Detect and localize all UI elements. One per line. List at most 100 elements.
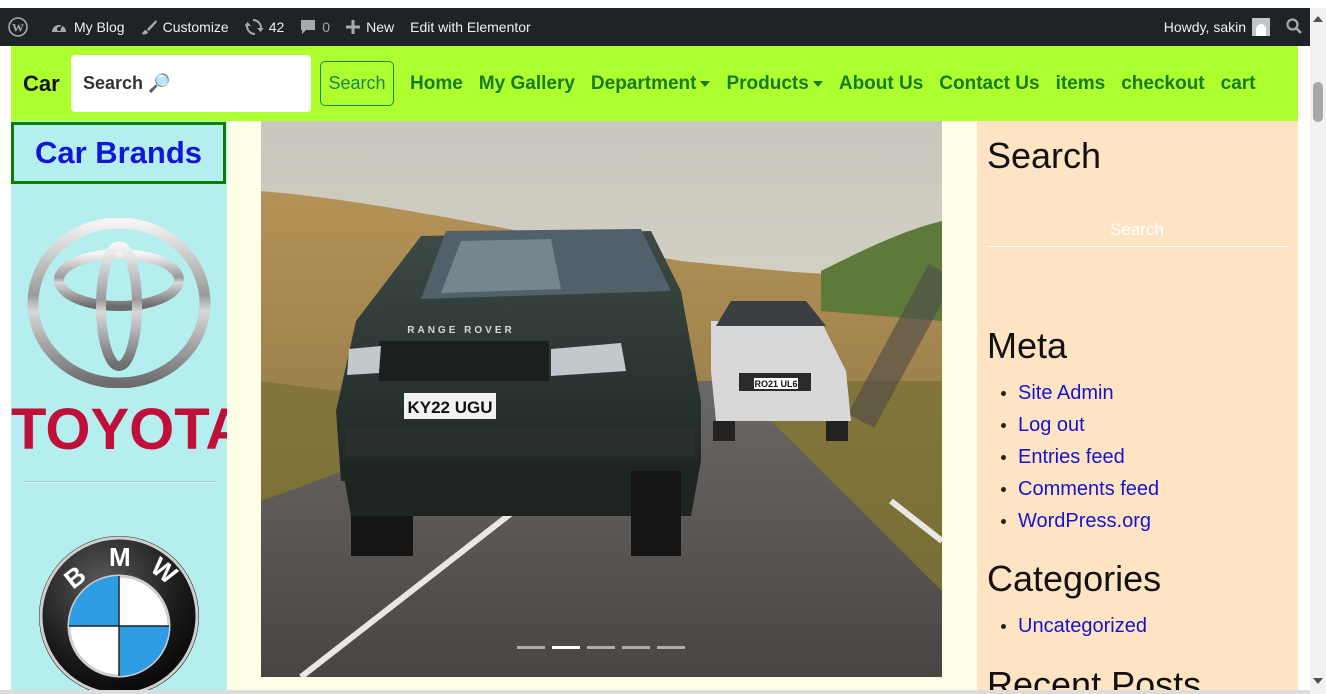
dashboard-gauge-icon xyxy=(50,19,68,35)
navbar-search-button[interactable]: Search xyxy=(320,61,394,106)
search-widget-heading: Search xyxy=(987,135,1102,176)
meta-links-list: Site Admin Log out Entries feed Comments… xyxy=(999,377,1159,537)
site-name-link[interactable]: My Blog xyxy=(42,8,133,46)
brand-divider xyxy=(23,481,215,483)
nav-link-about-us[interactable]: About Us xyxy=(831,73,931,95)
nav-link-label: My Gallery xyxy=(478,72,575,94)
nav-link-items[interactable]: items xyxy=(1048,73,1114,95)
carousel-indicator-2[interactable] xyxy=(552,646,580,649)
nav-link-label: checkout xyxy=(1121,72,1205,94)
front-car-plate: KY22 UGU xyxy=(407,398,492,417)
meta-link-comments-feed[interactable]: Comments feed xyxy=(999,473,1159,505)
caret-down-icon xyxy=(700,80,711,87)
edit-with-elementor-link[interactable]: Edit with Elementor xyxy=(402,8,539,46)
bmw-letter-m: M xyxy=(109,542,131,572)
svg-text:W: W xyxy=(12,21,24,35)
link-label: Entries feed xyxy=(1018,446,1125,468)
scrollbar-thumb[interactable] xyxy=(1313,82,1323,122)
scroll-down-arrow-icon[interactable] xyxy=(1313,678,1323,684)
nav-link-label: items xyxy=(1055,72,1106,94)
wordpress-logo-icon: W xyxy=(8,17,28,37)
toyota-logo-icon[interactable] xyxy=(27,218,211,388)
plus-icon xyxy=(346,20,361,34)
link-label: Uncategorized xyxy=(1018,615,1147,637)
nav-link-checkout[interactable]: checkout xyxy=(1113,73,1212,95)
customize-label: Customize xyxy=(162,19,229,35)
site-name-label: My Blog xyxy=(74,19,125,35)
wordpress-logo-button[interactable]: W xyxy=(0,8,42,46)
link-label: Comments feed xyxy=(1018,478,1160,500)
toyota-wordmark: TOYOTA xyxy=(11,397,248,462)
bullet-icon xyxy=(1001,486,1006,492)
category-link-uncategorized[interactable]: Uncategorized xyxy=(999,610,1147,642)
categories-widget-heading: Categories xyxy=(987,558,1162,599)
paintbrush-icon xyxy=(140,19,157,35)
page: W My Blog Customize 42 0 New Edit with E… xyxy=(0,0,1326,694)
bmw-logo-icon[interactable]: B M W xyxy=(37,534,201,694)
nav-link-label: Home xyxy=(410,72,463,94)
meta-link-log-out[interactable]: Log out xyxy=(999,409,1159,441)
car-brands-sidebar: Car Brands TOYOTA B M W xyxy=(11,121,248,694)
nav-dropdown-products[interactable]: Products xyxy=(718,73,830,95)
rear-car-plate: RO21 UL6 xyxy=(754,379,797,389)
categories-list: Uncategorized xyxy=(999,610,1147,642)
nav-link-label: Contact Us xyxy=(939,72,1040,94)
link-label: Log out xyxy=(1018,414,1085,436)
caret-down-icon xyxy=(812,80,823,87)
navbar-brand[interactable]: Car xyxy=(23,71,71,97)
new-content-link[interactable]: New xyxy=(338,8,402,46)
range-rover-badge: RANGE ROVER xyxy=(407,325,514,336)
main-navbar: Car Search 🔎 Search Home My Gallery Depa… xyxy=(11,46,1298,121)
carousel-indicators xyxy=(517,646,685,649)
howdy-label: Howdy, sakin xyxy=(1163,19,1246,35)
avatar xyxy=(1252,18,1270,36)
nav-link-label: About Us xyxy=(838,72,924,94)
nav-link-label: cart xyxy=(1220,72,1256,94)
nav-link-home[interactable]: Home xyxy=(402,73,471,95)
admin-search-button[interactable] xyxy=(1278,8,1310,46)
bullet-icon xyxy=(1001,518,1006,524)
wp-admin-bar: W My Blog Customize 42 0 New Edit with E… xyxy=(0,8,1310,46)
carousel-indicator-1[interactable] xyxy=(517,646,545,649)
meta-link-entries-feed[interactable]: Entries feed xyxy=(999,441,1159,473)
sidebar-search-input[interactable]: Search xyxy=(987,213,1287,247)
updates-refresh-icon xyxy=(244,18,263,36)
updates-link[interactable]: 42 xyxy=(237,8,293,46)
nav-link-cart[interactable]: cart xyxy=(1213,73,1264,95)
nav-link-label: Department xyxy=(590,72,697,94)
bullet-icon xyxy=(1001,623,1006,629)
search-icon xyxy=(1286,17,1302,37)
nav-menu: Home My Gallery Department Products Abou… xyxy=(402,73,1264,95)
nav-dropdown-department[interactable]: Department xyxy=(583,73,719,95)
link-label: Site Admin xyxy=(1018,382,1114,404)
meta-link-site-admin[interactable]: Site Admin xyxy=(999,377,1159,409)
nav-link-label: Products xyxy=(726,72,809,94)
widget-sidebar: Search Search Meta Site Admin Log out En… xyxy=(977,121,1298,694)
page-scrollbar[interactable] xyxy=(1310,8,1326,694)
meta-link-wordpress-org[interactable]: WordPress.org xyxy=(999,505,1159,537)
window-top-strip xyxy=(0,0,1326,8)
meta-widget-heading: Meta xyxy=(987,325,1068,366)
nav-link-contact-us[interactable]: Contact Us xyxy=(931,73,1047,95)
nav-link-my-gallery[interactable]: My Gallery xyxy=(471,73,583,95)
carousel-indicator-5[interactable] xyxy=(657,646,685,649)
bullet-icon xyxy=(1001,454,1006,460)
customize-link[interactable]: Customize xyxy=(133,8,237,46)
hero-carousel[interactable]: RO21 UL6 RANGE ROVER KY22 UGU xyxy=(261,121,942,677)
new-label: New xyxy=(366,19,395,35)
comments-count: 0 xyxy=(322,19,331,35)
comment-bubble-icon xyxy=(300,19,316,35)
elementor-label: Edit with Elementor xyxy=(410,19,531,35)
updates-count: 42 xyxy=(268,19,285,35)
scroll-up-arrow-icon[interactable] xyxy=(1313,16,1323,22)
carousel-indicator-4[interactable] xyxy=(622,646,650,649)
carousel-indicator-3[interactable] xyxy=(587,646,615,649)
car-brands-title: Car Brands xyxy=(11,122,226,184)
comments-link[interactable]: 0 xyxy=(292,8,338,46)
link-label: WordPress.org xyxy=(1018,510,1152,532)
my-account-link[interactable]: Howdy, sakin xyxy=(1156,8,1278,46)
bullet-icon xyxy=(1001,422,1006,428)
carousel-slide-image: RO21 UL6 RANGE ROVER KY22 UGU xyxy=(261,121,942,677)
bullet-icon xyxy=(1001,390,1006,396)
navbar-search-input[interactable]: Search 🔎 xyxy=(71,55,311,112)
